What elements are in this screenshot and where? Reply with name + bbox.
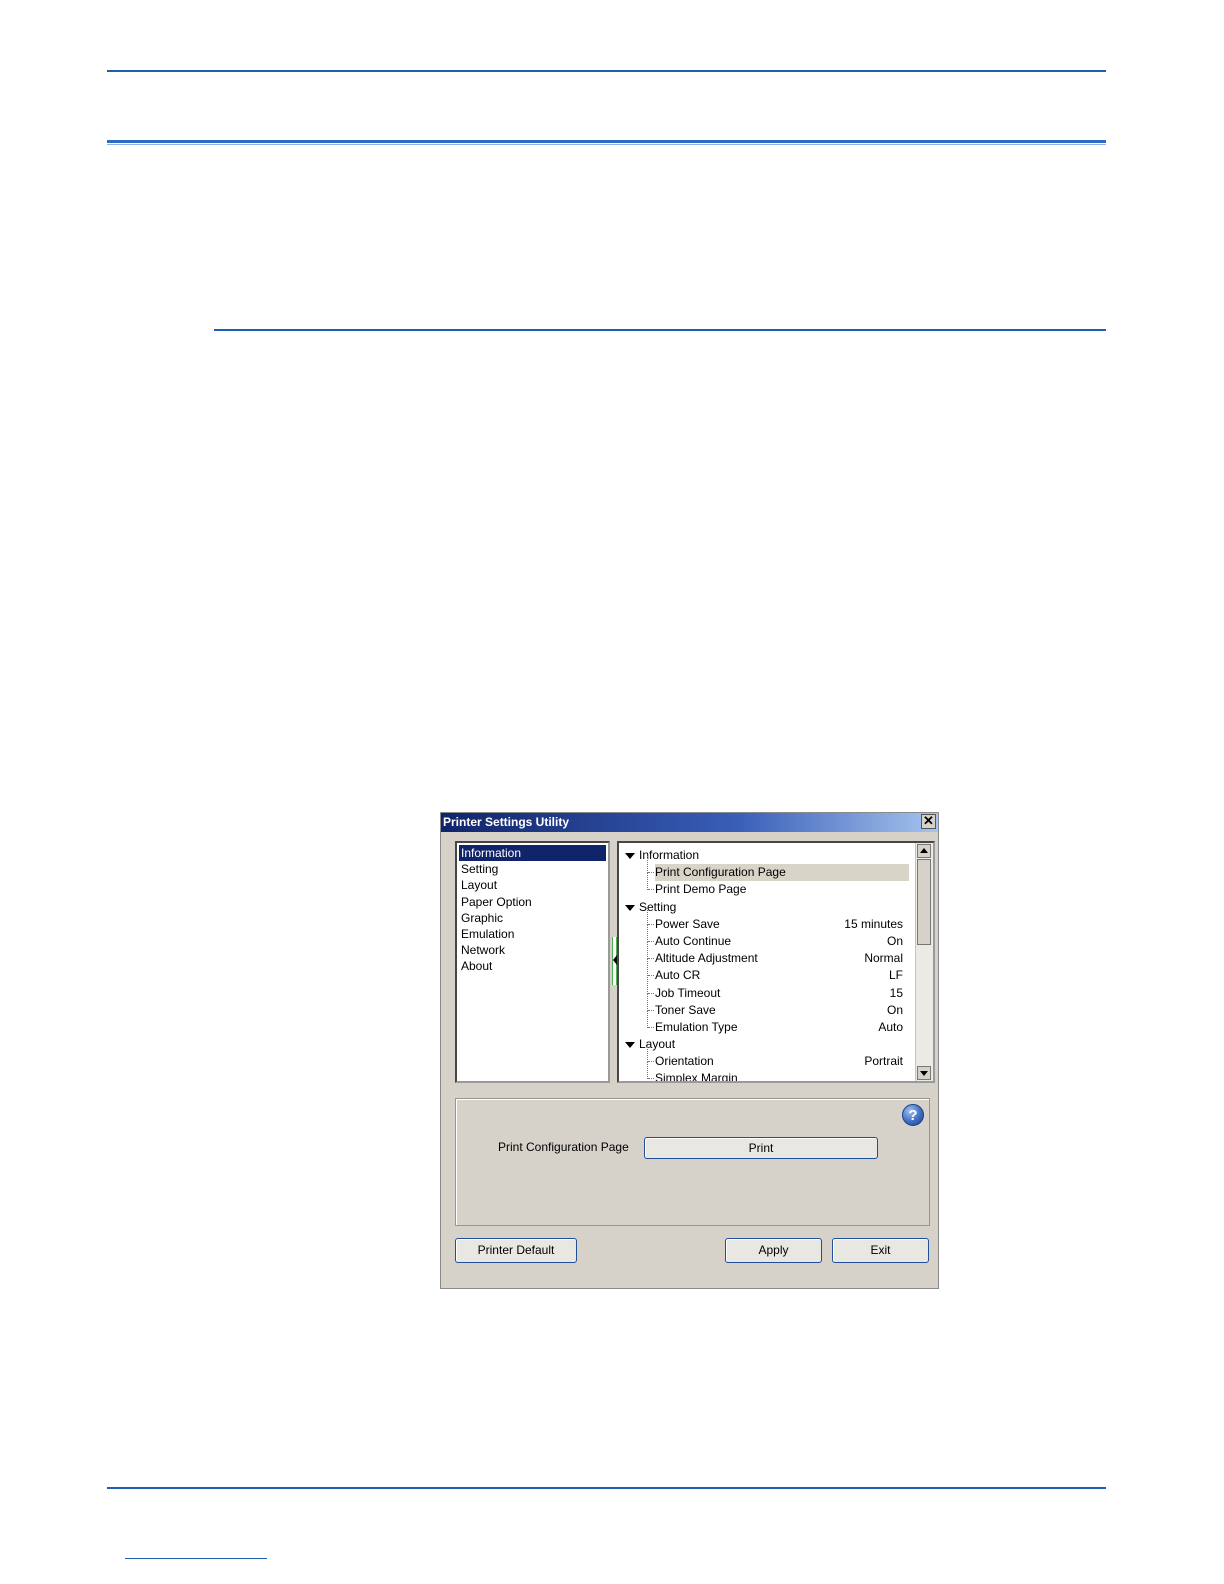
top-rule xyxy=(107,70,1106,72)
header-rule xyxy=(107,140,1106,143)
tree-item-value: LF xyxy=(888,968,903,983)
tree-item-label: Job Timeout xyxy=(655,985,721,1000)
header-rule-shadow xyxy=(107,144,1106,145)
expand-triangle-icon xyxy=(625,904,635,911)
tree-item-toner-save[interactable]: Toner Save On xyxy=(619,993,915,1019)
dialog-title: Printer Settings Utility xyxy=(443,815,570,829)
apply-button[interactable]: Apply xyxy=(725,1238,822,1263)
tree-item-label: Simplex Margin xyxy=(655,1071,738,1083)
category-item-setting[interactable]: Setting xyxy=(459,861,606,877)
tree-item-auto-continue[interactable]: Auto Continue On xyxy=(619,924,915,950)
tree-item-emulation-type[interactable]: Emulation Type Auto xyxy=(619,1010,915,1036)
tree-group-layout[interactable]: Layout xyxy=(619,1036,915,1053)
expand-triangle-icon xyxy=(625,1042,635,1049)
tree-item-label: Orientation xyxy=(655,1054,714,1069)
tree-item-label: Auto Continue xyxy=(655,933,732,948)
section-rule xyxy=(214,329,1106,331)
tree-item-value: Normal xyxy=(864,951,903,966)
scroll-down-arrow-icon[interactable] xyxy=(917,1066,931,1080)
exit-button[interactable]: Exit xyxy=(832,1238,929,1263)
scroll-thumb[interactable] xyxy=(917,859,931,945)
category-item-network[interactable]: Network xyxy=(459,942,606,958)
tree-item-value: Portrait xyxy=(864,1054,903,1069)
detail-panel: ? Print Configuration Page Print xyxy=(455,1098,930,1226)
scroll-up-arrow-icon[interactable] xyxy=(917,844,931,858)
tree-item-print-configuration-page[interactable]: Print Configuration Page xyxy=(619,856,915,882)
tree-item-print-demo-page[interactable]: Print Demo Page xyxy=(619,873,915,898)
tree-item-value: On xyxy=(886,1002,903,1017)
tree-group-label: Information xyxy=(639,848,700,862)
print-configuration-label: Print Configuration Page xyxy=(498,1140,629,1154)
footer-rule xyxy=(107,1487,1106,1489)
tree-item-label: Altitude Adjustment xyxy=(655,951,758,966)
tree-item-orientation[interactable]: Orientation Portrait xyxy=(619,1045,915,1070)
print-button[interactable]: Print xyxy=(644,1137,878,1159)
category-item-paper-option[interactable]: Paper Option xyxy=(459,894,606,910)
category-item-about[interactable]: About xyxy=(459,958,606,974)
tree-item-label: Power Save xyxy=(655,916,720,931)
tree-group-label: Layout xyxy=(639,1037,676,1052)
tree-item-label: Print Configuration Page xyxy=(655,864,909,882)
close-button[interactable]: ✕ xyxy=(921,814,936,829)
close-icon: ✕ xyxy=(923,813,934,828)
tree-item-label: Auto CR xyxy=(655,968,701,983)
tree-item-altitude-adjustment[interactable]: Altitude Adjustment Normal xyxy=(619,942,915,967)
category-item-emulation[interactable]: Emulation xyxy=(459,926,606,942)
tree-item-value: 15 minutes xyxy=(844,916,903,931)
expand-triangle-icon xyxy=(625,853,635,859)
tree-item-value: Auto xyxy=(878,1019,903,1034)
tree-item-power-save[interactable]: Power Save 15 minutes xyxy=(619,907,915,933)
footer-link-underline xyxy=(125,1558,267,1559)
dialog-titlebar: Printer Settings Utility ✕ xyxy=(441,813,938,832)
category-item-information[interactable]: Information xyxy=(459,845,606,862)
printer-default-button[interactable]: Printer Default xyxy=(455,1238,577,1263)
category-item-graphic[interactable]: Graphic xyxy=(459,910,606,926)
tree-item-auto-cr[interactable]: Auto CR LF xyxy=(619,959,915,984)
category-item-layout[interactable]: Layout xyxy=(459,877,606,893)
tree-group-information[interactable]: Information xyxy=(619,847,915,864)
tree-item-label: Toner Save xyxy=(655,1002,716,1017)
printer-settings-dialog: Printer Settings Utility ✕ Information S… xyxy=(440,812,939,1289)
tree-item-job-timeout[interactable]: Job Timeout 15 xyxy=(619,976,915,1002)
tree-item-value: On xyxy=(886,933,903,948)
settings-tree: Information Print Configuration Page Pri… xyxy=(617,841,935,1083)
tree-item-label: Emulation Type xyxy=(655,1019,738,1034)
tree-group-label: Setting xyxy=(639,899,677,914)
tree-item-simplex-margin[interactable]: Simplex Margin xyxy=(619,1062,915,1083)
tree-scrollbar[interactable] xyxy=(915,843,933,1081)
tree-item-label: Print Demo Page xyxy=(655,882,747,897)
tree-group-setting[interactable]: Setting xyxy=(619,899,915,916)
category-list: Information Setting Layout Paper Option … xyxy=(455,841,610,1083)
help-icon[interactable]: ? xyxy=(902,1104,924,1126)
tree-item-value: 15 xyxy=(889,985,903,1000)
